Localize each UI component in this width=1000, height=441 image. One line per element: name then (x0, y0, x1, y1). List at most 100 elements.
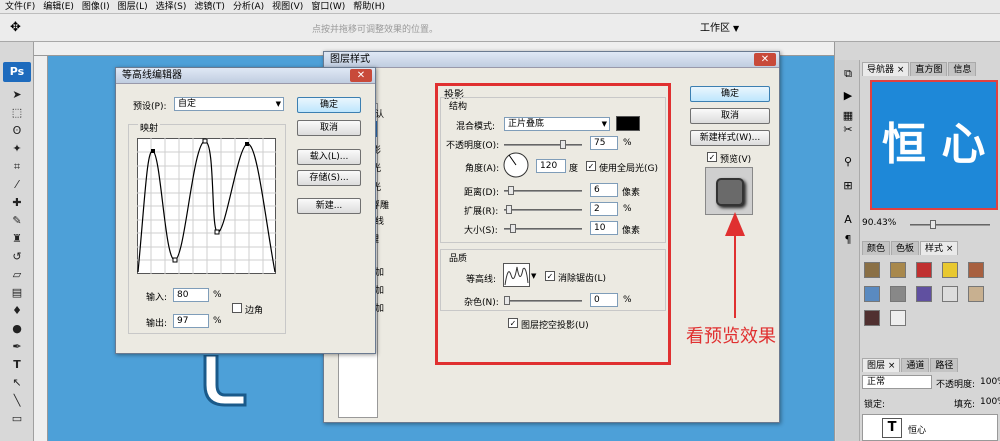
menu-select[interactable]: 选择(S) (153, 0, 190, 14)
layer-style-title: 图层样式 (330, 54, 370, 65)
eraser-icon[interactable]: ▱ (6, 268, 28, 282)
path-select-icon[interactable]: ↖ (6, 376, 28, 390)
style-swatch[interactable] (890, 262, 906, 278)
layer-blend-mode[interactable]: 正常 (862, 375, 932, 389)
gradient-icon[interactable]: ▤ (6, 286, 28, 300)
zoom-slider[interactable] (910, 220, 990, 229)
character-icon[interactable]: A (840, 212, 856, 228)
workspace-switcher[interactable]: 工作区 ▼ (700, 19, 739, 34)
output-label: 输出: (146, 319, 168, 329)
crop-icon[interactable]: ⌗ (6, 160, 28, 174)
new-button[interactable]: 新建... (297, 198, 361, 214)
paragraph-icon[interactable]: ¶ (840, 232, 856, 248)
input-unit: % (213, 290, 222, 300)
menu-bar: 文件(F) 编辑(E) 图像(I) 图层(L) 选择(S) 滤镜(T) 分析(A… (0, 0, 1000, 14)
style-swatch[interactable] (890, 286, 906, 302)
tab-styles[interactable]: 样式 × (920, 241, 959, 255)
style-preview-swatch (716, 178, 744, 206)
input-value-field[interactable]: 80 (173, 288, 209, 302)
lock-label: 锁定: (864, 400, 886, 410)
output-value-field[interactable]: 97 (173, 314, 209, 328)
layer-style-ok-button[interactable]: 确定 (690, 86, 770, 102)
layer-style-titlebar[interactable]: 图层样式 ✕ (324, 52, 779, 68)
ps-logo: Ps (3, 62, 31, 82)
brush-panel-icon[interactable]: ⚲ (840, 154, 856, 170)
menu-image[interactable]: 图像(I) (79, 0, 113, 14)
menu-view[interactable]: 视图(V) (269, 0, 306, 14)
tab-info[interactable]: 信息 (948, 62, 977, 76)
new-style-button[interactable]: 新建样式(W)... (690, 130, 770, 146)
input-label: 输入: (146, 293, 168, 303)
style-swatch[interactable] (968, 262, 984, 278)
tools-icon[interactable]: ✂ (840, 122, 856, 138)
style-swatch[interactable] (864, 262, 880, 278)
navigator-preview[interactable]: 恒 心 (872, 82, 996, 208)
move-tool-icon[interactable]: ✥ (10, 20, 21, 35)
eyedropper-icon[interactable]: ⁄ (6, 178, 28, 192)
menu-help[interactable]: 帮助(H) (350, 0, 388, 14)
contour-editor-titlebar[interactable]: 等高线编辑器 ✕ (116, 68, 375, 84)
styles-tabs: 颜色 色板 样式 × (862, 241, 959, 255)
menu-file[interactable]: 文件(F) (2, 0, 38, 14)
corner-label: 边角 (245, 306, 264, 316)
marquee-icon[interactable]: ⬚ (6, 106, 28, 120)
preset-select[interactable]: 自定 ▼ (174, 97, 284, 111)
style-swatch[interactable] (942, 286, 958, 302)
layer-style-cancel-button[interactable]: 取消 (690, 108, 770, 124)
history-brush-icon[interactable]: ↺ (6, 250, 28, 264)
tab-histogram[interactable]: 直方图 (910, 62, 948, 76)
contour-ok-button[interactable]: 确定 (297, 97, 361, 113)
magic-wand-icon[interactable]: ✦ (6, 142, 28, 156)
close-icon[interactable]: ✕ (350, 69, 372, 82)
annotation-arrow (725, 212, 745, 318)
corner-checkbox[interactable] (232, 303, 242, 313)
style-swatch[interactable] (864, 310, 880, 326)
save-button[interactable]: 存储(S)... (297, 170, 361, 186)
navigator-icon[interactable]: ⧉ (840, 66, 856, 82)
tab-layers[interactable]: 图层 × (862, 358, 901, 372)
dodge-icon[interactable]: ● (6, 322, 28, 336)
menu-edit[interactable]: 编辑(E) (40, 0, 77, 14)
healing-brush-icon[interactable]: ✚ (6, 196, 28, 210)
tab-channels[interactable]: 通道 (901, 358, 930, 372)
move-icon[interactable]: ➤ (6, 88, 28, 102)
contour-cancel-button[interactable]: 取消 (297, 120, 361, 136)
tab-paths[interactable]: 路径 (930, 358, 959, 372)
load-button[interactable]: 载入(L)... (297, 149, 361, 165)
notes-icon[interactable]: ▭ (6, 412, 28, 426)
menu-analysis[interactable]: 分析(A) (230, 0, 267, 14)
layer-name[interactable]: 恒心 (908, 423, 926, 436)
clone-source-icon[interactable]: ⊞ (840, 178, 856, 194)
style-swatch[interactable] (864, 286, 880, 302)
blur-icon[interactable]: ♦ (6, 304, 28, 318)
preview-checkbox[interactable]: ✓ (707, 152, 717, 162)
style-swatch[interactable] (890, 310, 906, 326)
lasso-icon[interactable]: ʘ (6, 124, 28, 138)
close-icon[interactable]: ✕ (754, 53, 776, 66)
contour-curve-grid[interactable] (137, 138, 277, 275)
zoom-level[interactable]: 90.43% (862, 218, 896, 228)
play-icon[interactable]: ▶ (840, 88, 856, 104)
tab-color[interactable]: 颜色 (862, 241, 891, 255)
menu-layer[interactable]: 图层(L) (115, 0, 151, 14)
zoom-slider-thumb[interactable] (930, 220, 936, 229)
fill-label: 填充: (954, 400, 976, 410)
stamp-icon[interactable]: ♜ (6, 232, 28, 246)
layer-opacity-value[interactable]: 100% (980, 377, 1000, 387)
menu-filter[interactable]: 滤镜(T) (191, 0, 228, 14)
mapping-label: 映射 (138, 121, 161, 134)
pen-icon[interactable]: ✒ (6, 340, 28, 354)
tab-swatches[interactable]: 色板 (891, 241, 920, 255)
layer-blend-mode-value: 正常 (867, 377, 886, 387)
fill-value[interactable]: 100% (980, 397, 1000, 407)
style-swatch[interactable] (942, 262, 958, 278)
shape-icon[interactable]: ╲ (6, 394, 28, 408)
style-swatch[interactable] (968, 286, 984, 302)
workspace-label: 工作区 (700, 23, 730, 34)
style-swatch[interactable] (916, 286, 932, 302)
menu-window[interactable]: 窗口(W) (308, 0, 348, 14)
tab-navigator[interactable]: 导航器 × (862, 62, 910, 76)
style-swatch[interactable] (916, 262, 932, 278)
type-icon[interactable]: T (6, 358, 28, 372)
brush-icon[interactable]: ✎ (6, 214, 28, 228)
